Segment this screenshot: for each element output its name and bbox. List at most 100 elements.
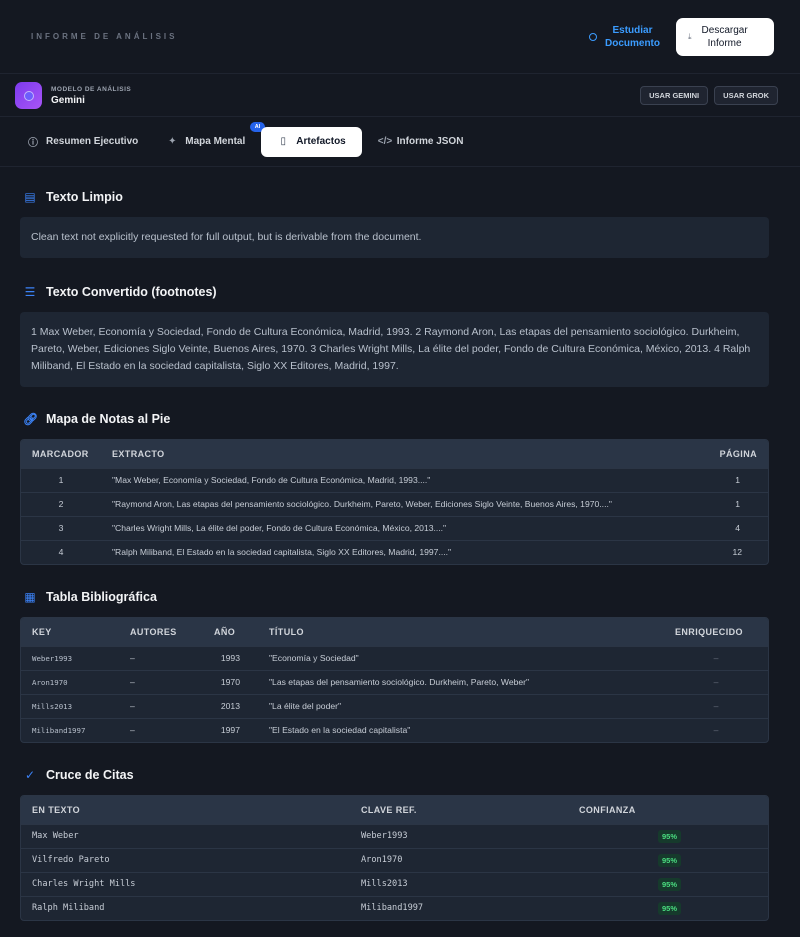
authors-cell: – xyxy=(119,693,203,718)
study-label: Estudiar Documento xyxy=(605,24,660,50)
confidence-badge: 95% xyxy=(658,853,682,867)
authors-cell: – xyxy=(119,717,203,742)
table-row: Ralph Miliband Miliband1997 95% xyxy=(21,895,768,920)
download-label: Descargar Informe xyxy=(702,24,748,50)
in-text-cell: Max Weber xyxy=(21,823,350,848)
clean-text-title: Texto Limpio xyxy=(46,190,123,204)
ref-key-cell: Weber1993 xyxy=(350,823,568,848)
model-kicker: MODELO DE ANÁLISIS xyxy=(51,85,132,93)
marker-cell: 4 xyxy=(21,539,101,564)
report-kicker: INFORME DE ANÁLISIS xyxy=(31,32,178,41)
app-frame: INFORME DE ANÁLISIS Estudiar Documento ⤓… xyxy=(0,0,800,937)
column-header: CONFIANZA xyxy=(568,796,768,824)
footnote-table: MARCADOR EXTRACTO PÁGINA 1 "Max Weber, E… xyxy=(20,439,769,565)
confidence-cell: 95% xyxy=(568,871,768,896)
link-icon: 🔗︎ xyxy=(23,412,39,426)
clean-text-box: Clean text not explicitly requested for … xyxy=(20,217,769,258)
study-label-line1: Estudiar xyxy=(612,24,653,36)
file-text-icon: ▤ xyxy=(24,190,36,204)
confidence-badge: 95% xyxy=(658,901,682,915)
year-cell: 1997 xyxy=(203,717,258,742)
excerpt-cell: "Raymond Aron, Las etapas del pensamient… xyxy=(101,491,708,516)
citation-cross-heading: ✓ Cruce de Citas xyxy=(20,755,769,795)
download-label-line2: Informe xyxy=(707,37,742,49)
excerpt-cell: "Max Weber, Economía y Sociedad, Fondo d… xyxy=(101,467,708,492)
model-switcher: USAR GEMINI USAR GROK xyxy=(640,86,778,105)
ref-key-cell: Miliband1997 xyxy=(350,895,568,920)
key-cell: Weber1993 xyxy=(21,645,119,670)
marker-cell: 2 xyxy=(21,491,101,516)
table-row: Charles Wright Mills Mills2013 95% xyxy=(21,871,768,896)
study-label-line2: Documento xyxy=(605,37,660,49)
table-row: Aron1970 – 1970 "Las etapas del pensamie… xyxy=(21,669,768,694)
tab-label: Mapa Mental xyxy=(185,136,246,147)
marker-cell: 1 xyxy=(21,467,101,492)
title-cell: "Las etapas del pensamiento sociológico.… xyxy=(258,669,664,694)
column-header: TÍTULO xyxy=(258,618,664,646)
ref-key-cell: Mills2013 xyxy=(350,871,568,896)
column-header: MARCADOR xyxy=(21,440,101,468)
enriched-cell: – xyxy=(664,669,768,694)
top-header: INFORME DE ANÁLISIS Estudiar Documento ⤓… xyxy=(0,0,800,74)
marker-cell: 3 xyxy=(21,515,101,540)
citation-table: EN TEXTO CLAVE REF. CONFIANZA Max Weber … xyxy=(20,795,769,921)
bibliography-table: KEY AUTORES AÑO TÍTULO ENRIQUECIDO Weber… xyxy=(20,617,769,743)
gemini-logo-icon xyxy=(15,82,42,109)
model-info: MODELO DE ANÁLISIS Gemini xyxy=(15,82,131,109)
bibliography-title: Tabla Bibliográfica xyxy=(46,590,157,604)
download-icon: ⤓ xyxy=(688,32,692,41)
confidence-badge: 95% xyxy=(658,829,682,843)
key-cell: Aron1970 xyxy=(21,669,119,694)
in-text-cell: Ralph Miliband xyxy=(21,895,350,920)
book-icon xyxy=(589,32,597,41)
tab-mind-map[interactable]: ✦ Mapa Mental AI xyxy=(154,121,266,157)
tab-artifacts[interactable]: ▯ Artefactos xyxy=(261,126,362,157)
clean-text-heading: ▤ Texto Limpio xyxy=(20,177,769,217)
tab-label: Resumen Ejecutivo xyxy=(46,136,139,147)
page-cell: 4 xyxy=(708,515,768,540)
use-grok-button[interactable]: USAR GROK xyxy=(714,86,778,105)
confidence-badge: 95% xyxy=(658,877,682,891)
year-cell: 2013 xyxy=(203,693,258,718)
column-header: EN TEXTO xyxy=(21,796,350,824)
key-cell: Miliband1997 xyxy=(21,717,119,742)
enriched-cell: – xyxy=(664,717,768,742)
column-header: AUTORES xyxy=(119,618,203,646)
study-document-button[interactable]: Estudiar Documento xyxy=(589,24,660,50)
column-header: KEY xyxy=(21,618,119,646)
enriched-cell: – xyxy=(664,645,768,670)
tab-label: Artefactos xyxy=(296,136,346,147)
year-cell: 1970 xyxy=(203,669,258,694)
confidence-cell: 95% xyxy=(568,895,768,920)
table-row: Miliband1997 – 1997 "El Estado en la soc… xyxy=(21,717,768,742)
table-row: Vilfredo Pareto Aron1970 95% xyxy=(21,847,768,872)
authors-cell: – xyxy=(119,645,203,670)
table-row: Mills2013 – 2013 "La élite del poder" – xyxy=(21,693,768,718)
document-icon: ▯ xyxy=(280,136,287,147)
artifacts-content: ▤ Texto Limpio Clean text not explicitly… xyxy=(0,167,800,921)
enriched-cell: – xyxy=(664,693,768,718)
title-cell: "Economía y Sociedad" xyxy=(258,645,664,670)
download-label-line1: Descargar xyxy=(701,24,748,36)
column-header: ENRIQUECIDO xyxy=(664,618,768,646)
table-row: 1 "Max Weber, Economía y Sociedad, Fondo… xyxy=(21,467,768,492)
ref-key-cell: Aron1970 xyxy=(350,847,568,872)
converted-text-heading: ☰ Texto Convertido (footnotes) xyxy=(20,272,769,312)
model-row: MODELO DE ANÁLISIS Gemini USAR GEMINI US… xyxy=(0,75,800,117)
tab-bar: ⓘ Resumen Ejecutivo ✦ Mapa Mental AI ▯ A… xyxy=(0,117,800,167)
footnote-map-title: Mapa de Notas al Pie xyxy=(46,412,171,426)
tab-json-report[interactable]: </> Informe JSON xyxy=(366,127,476,157)
table-row: 2 "Raymond Aron, Las etapas del pensamie… xyxy=(21,491,768,516)
key-cell: Mills2013 xyxy=(21,693,119,718)
list-icon: ☰ xyxy=(24,285,36,299)
in-text-cell: Charles Wright Mills xyxy=(21,871,350,896)
use-gemini-button[interactable]: USAR GEMINI xyxy=(640,86,709,105)
excerpt-cell: "Charles Wright Mills, La élite del pode… xyxy=(101,515,708,540)
column-header: PÁGINA xyxy=(708,440,768,468)
download-report-button[interactable]: ⤓ Descargar Informe xyxy=(676,17,774,56)
column-header: EXTRACTO xyxy=(101,440,708,468)
citation-cross-title: Cruce de Citas xyxy=(46,768,134,782)
tab-executive-summary[interactable]: ⓘ Resumen Ejecutivo xyxy=(15,127,150,157)
in-text-cell: Vilfredo Pareto xyxy=(21,847,350,872)
title-cell: "El Estado en la sociedad capitalista" xyxy=(258,717,664,742)
